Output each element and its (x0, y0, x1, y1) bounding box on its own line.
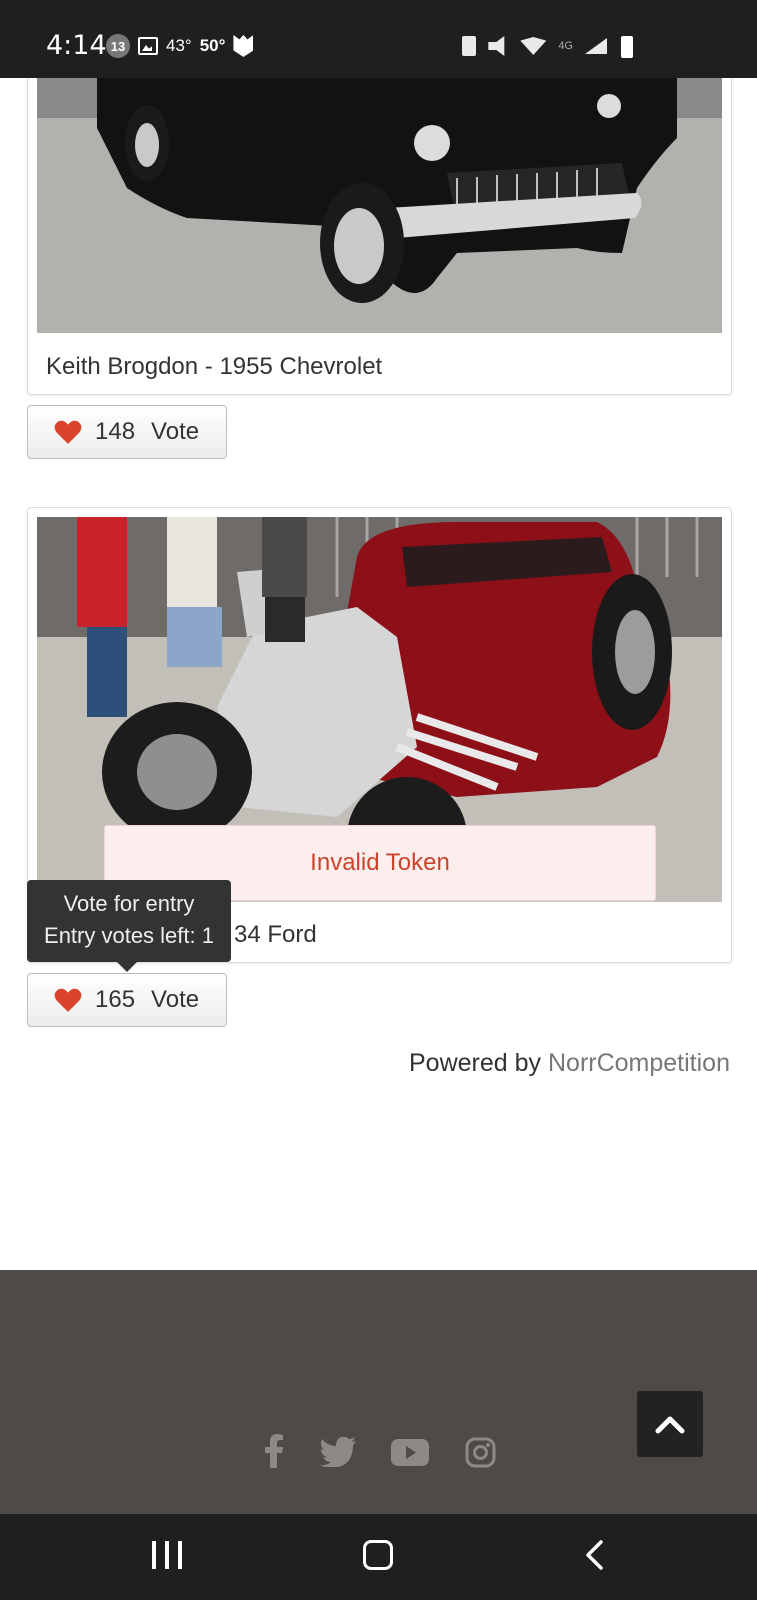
tooltip-line-1: Vote for entry (63, 891, 195, 916)
shield-icon (233, 35, 254, 57)
home-button[interactable] (363, 1540, 393, 1570)
norrcompetition-link[interactable]: NorrCompetition (548, 1049, 730, 1077)
vote-label: Vote (151, 986, 200, 1013)
heart-icon (54, 420, 82, 444)
youtube-icon[interactable] (391, 1439, 429, 1466)
twitter-icon[interactable] (320, 1437, 356, 1467)
status-left-icons: 13 43° 50° (106, 34, 254, 58)
entry-photo[interactable] (37, 78, 722, 333)
back-button[interactable] (584, 1540, 604, 1570)
network-type: 4G (558, 40, 573, 52)
chevron-up-icon (655, 1416, 685, 1434)
status-time: 4:14 (46, 30, 107, 61)
vote-count: 148 (95, 418, 136, 445)
notification-count-badge: 13 (106, 34, 130, 58)
recent-apps-button[interactable] (152, 1541, 182, 1569)
gallery-icon (138, 37, 158, 55)
status-bar: 4:14 13 43° 50° 4G (0, 0, 757, 78)
battery-saver-icon (462, 36, 477, 56)
instagram-icon[interactable] (465, 1437, 496, 1468)
powered-by-prefix: Powered by (409, 1049, 542, 1077)
vote-label: Vote (151, 418, 200, 445)
powered-by: Powered by NorrCompetition (409, 1049, 730, 1078)
vote-button[interactable]: 148 Vote (27, 405, 227, 459)
vote-tooltip: Vote for entry Entry votes left: 1 (27, 880, 231, 972)
vote-count: 165 (95, 986, 136, 1013)
tooltip-line-2: Entry votes left: 1 (44, 923, 214, 948)
back-to-top-button[interactable] (637, 1391, 703, 1457)
mute-icon (488, 36, 505, 56)
status-right-icons: 4G (462, 36, 607, 56)
entry-caption: 34 Ford (234, 921, 317, 948)
battery-icon (621, 36, 633, 58)
weather-temp-low: 50° (199, 36, 226, 55)
entry-card: Keith Brogdon - 1955 Chevrolet (27, 78, 732, 395)
weather-temp: 43° (166, 36, 192, 55)
heart-icon (54, 988, 82, 1012)
recent-apps-bar (178, 1541, 182, 1569)
facebook-icon[interactable] (263, 1434, 285, 1468)
entry-caption: Keith Brogdon - 1955 Chevrolet (46, 353, 383, 380)
wifi-icon (520, 37, 547, 55)
signal-icon (585, 38, 607, 54)
car-photo-chevrolet (37, 78, 722, 333)
recent-apps-bar (152, 1541, 156, 1569)
vote-button[interactable]: 165 Vote (27, 973, 227, 1027)
recent-apps-bar (165, 1541, 169, 1569)
